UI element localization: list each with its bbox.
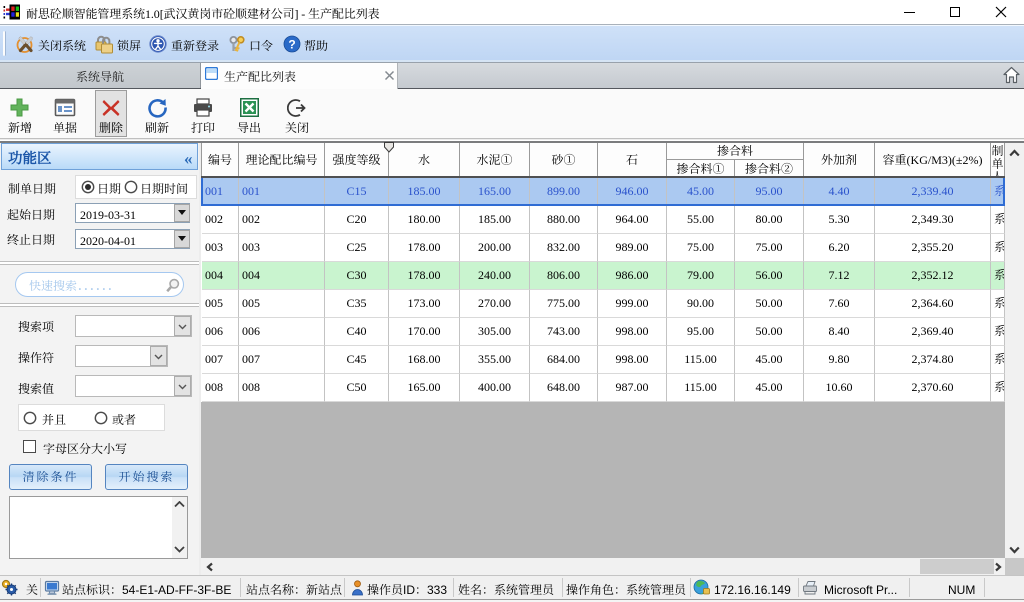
svg-text:?: ? bbox=[288, 37, 295, 51]
